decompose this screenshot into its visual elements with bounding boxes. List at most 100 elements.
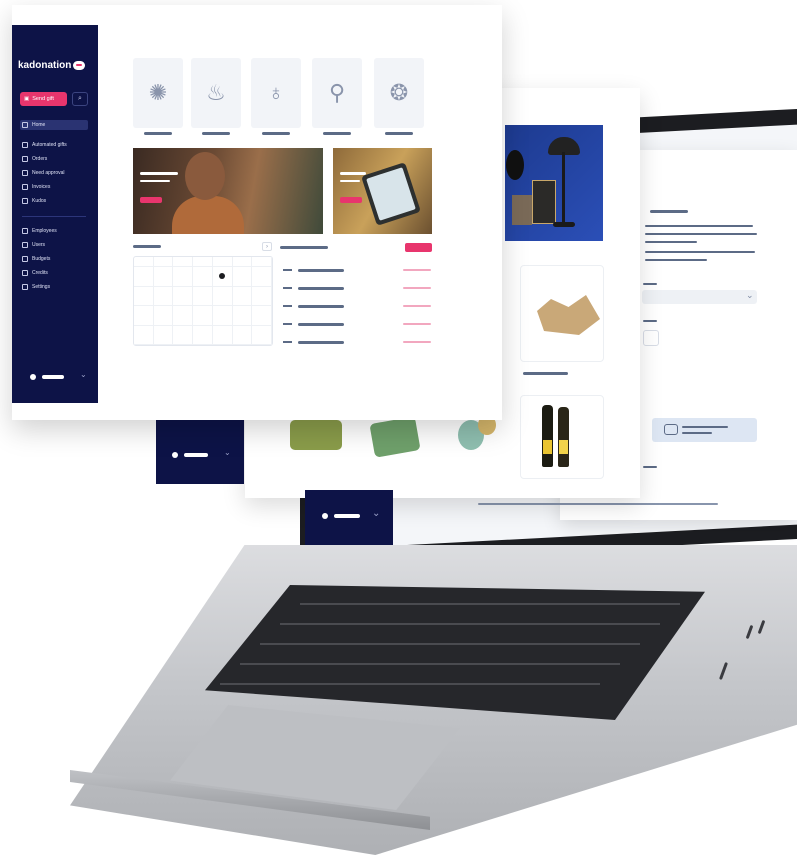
award-icon: ❂ xyxy=(389,80,409,105)
calendar-day-cell[interactable] xyxy=(252,286,272,306)
calendar-day-cell[interactable] xyxy=(193,267,213,287)
sidebar-item-orders[interactable]: Orders xyxy=(22,154,47,164)
logo-text: kadonation xyxy=(18,60,72,71)
kudos-icon xyxy=(22,198,28,204)
list-item[interactable] xyxy=(283,337,433,347)
approval-icon xyxy=(22,170,28,176)
calendar-weekday-cell xyxy=(232,257,253,267)
sidebar-item-label: Credits xyxy=(32,270,48,276)
chat-bubble-icon xyxy=(73,61,86,70)
automation-icon xyxy=(22,142,28,148)
chevron-down-icon[interactable]: ⌄ xyxy=(80,370,87,379)
gift-icon: ▣ xyxy=(24,96,30,102)
hero-title xyxy=(340,172,366,175)
calendar-day-cell[interactable] xyxy=(153,306,174,326)
calendar-day-cell[interactable] xyxy=(252,325,272,345)
sidebar xyxy=(12,25,98,403)
calendar-weekday-cell xyxy=(193,257,213,267)
calendar-day-cell[interactable] xyxy=(232,325,253,345)
hero-cta-button[interactable] xyxy=(340,197,362,203)
calendar-day-cell[interactable] xyxy=(134,325,154,345)
logo[interactable]: kadonation xyxy=(18,60,86,71)
calendar-day-cell[interactable] xyxy=(134,306,154,326)
credits-icon xyxy=(22,270,28,276)
users-icon xyxy=(22,242,28,248)
baby-icon: ♁ xyxy=(267,80,285,105)
invoice-icon xyxy=(22,184,28,190)
calendar-day-cell[interactable] xyxy=(193,306,213,326)
send-gift-label: Send gift xyxy=(32,96,54,102)
chevron-down-icon[interactable]: ⌄ xyxy=(224,448,231,457)
calendar-day-cell[interactable] xyxy=(173,306,194,326)
calendar-day-cell[interactable] xyxy=(232,286,253,306)
calendar-day-cell[interactable] xyxy=(252,306,272,326)
calendar-day-cell[interactable] xyxy=(193,325,213,345)
avatar xyxy=(322,513,328,519)
chevron-right-icon[interactable]: › xyxy=(262,242,272,251)
occasion-label xyxy=(323,132,351,135)
calendar-day-cell[interactable] xyxy=(173,286,194,306)
wine-label xyxy=(543,440,552,454)
occasion-tile[interactable]: ⚲ xyxy=(312,58,362,128)
product-image-gift-basket[interactable] xyxy=(290,420,342,450)
sidebar-item-invoices[interactable]: Invoices xyxy=(22,182,50,192)
list-item[interactable] xyxy=(283,301,433,311)
sidebar-item-settings[interactable]: Settings xyxy=(22,282,50,292)
calendar-day-cell[interactable] xyxy=(134,267,154,287)
sidebar-item-label: Kudos xyxy=(32,198,47,204)
message-text-line xyxy=(682,426,728,428)
sidebar-item-kudos[interactable]: Kudos xyxy=(22,196,46,206)
occasion-tile[interactable]: ♨ xyxy=(191,58,241,128)
calendar-day-cell[interactable] xyxy=(173,325,194,345)
sidebar-item-label: Budgets xyxy=(32,256,51,262)
list-item[interactable] xyxy=(283,319,433,329)
calendar-day-cell[interactable] xyxy=(212,306,233,326)
calendar-day-cell[interactable] xyxy=(134,286,154,306)
calendar-day-cell[interactable] xyxy=(232,306,253,326)
list-item[interactable] xyxy=(283,265,433,275)
add-button[interactable] xyxy=(405,243,432,252)
calendar-day-cell[interactable] xyxy=(153,267,174,287)
hero-title xyxy=(140,172,178,175)
user-name xyxy=(42,375,64,379)
calendar xyxy=(133,256,273,346)
cake-icon: ♨ xyxy=(206,80,226,105)
calendar-day-cell[interactable] xyxy=(193,286,213,306)
product-image-part xyxy=(512,195,532,225)
sidebar-item-need-approval[interactable]: Need approval xyxy=(22,168,65,178)
lamp-icon xyxy=(553,222,575,227)
calendar-day-cell[interactable] xyxy=(252,267,272,287)
message-text-line xyxy=(682,432,712,434)
budgets-icon xyxy=(22,256,28,262)
sidebar-item-budgets[interactable]: Budgets xyxy=(22,254,50,264)
chevron-down-icon[interactable]: ⌄ xyxy=(372,508,380,519)
calendar-day-cell[interactable] xyxy=(212,267,233,287)
sidebar-item-employees[interactable]: Employees xyxy=(22,226,57,236)
wine-bottle-icon xyxy=(558,407,569,467)
occasion-tile[interactable]: ♁ xyxy=(251,58,301,128)
search-button[interactable]: ⌕ xyxy=(72,92,88,106)
product-image-part xyxy=(506,150,524,180)
sidebar-item-credits[interactable]: Credits xyxy=(22,268,48,278)
calendar-weekday-cell xyxy=(212,257,233,267)
occasion-tile[interactable]: ❂ xyxy=(374,58,424,128)
calendar-day-cell[interactable] xyxy=(212,325,233,345)
sidebar-item-users[interactable]: Users xyxy=(22,240,45,250)
form-stepper[interactable] xyxy=(643,330,659,346)
form-field-label xyxy=(643,466,657,468)
sidebar-item-label: Employees xyxy=(32,228,57,234)
list-item[interactable] xyxy=(283,283,433,293)
occasion-tile[interactable]: ✺ xyxy=(133,58,183,128)
sidebar-item-home[interactable]: Home xyxy=(22,120,45,130)
hero-cta-button[interactable] xyxy=(140,197,162,203)
calendar-day-cell[interactable] xyxy=(212,286,233,306)
form-select[interactable] xyxy=(642,290,757,304)
sidebar-item-automated-gifts[interactable]: Automated gifts xyxy=(22,140,67,150)
user-name xyxy=(184,453,208,457)
send-gift-button[interactable]: ▣ Send gift xyxy=(20,92,67,106)
calendar-day-cell[interactable] xyxy=(173,267,194,287)
calendar-day-cell[interactable] xyxy=(232,267,253,287)
calendar-day-cell[interactable] xyxy=(153,286,174,306)
search-icon: ⌕ xyxy=(78,95,82,102)
calendar-day-cell[interactable] xyxy=(153,325,174,345)
